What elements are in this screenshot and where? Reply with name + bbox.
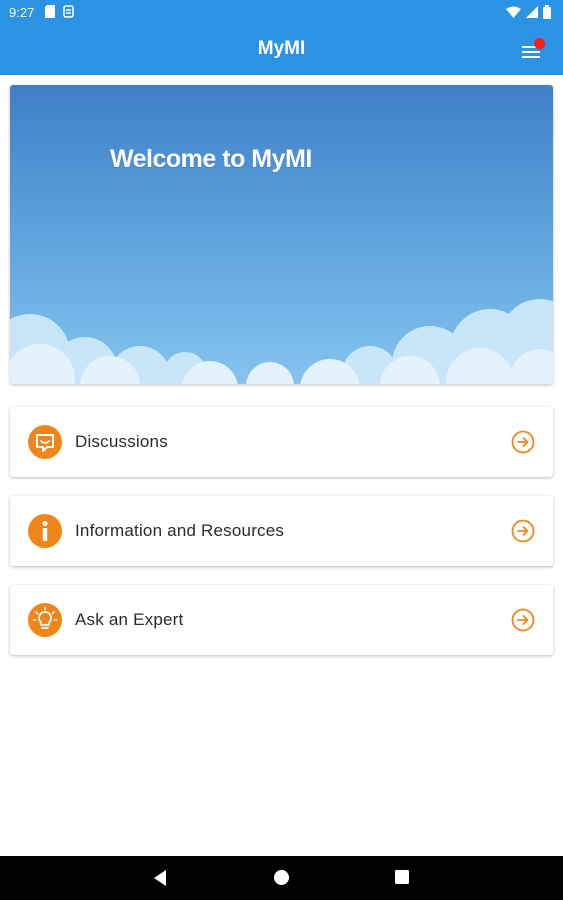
information-resources-card[interactable]: Information and Resources [10,496,553,566]
wifi-icon [506,6,521,21]
notification-badge [534,38,545,49]
status-icons [506,5,551,22]
status-time: 9:27 [9,5,35,20]
arrow-right-icon[interactable] [511,519,535,543]
arrow-right-icon[interactable] [511,430,535,454]
home-icon[interactable] [273,869,291,887]
welcome-title: Welcome to MyMI [110,145,312,173]
signal-icon [526,6,538,21]
back-icon[interactable] [152,869,170,887]
sd-card-icon [45,5,55,21]
arrow-right-icon[interactable] [511,608,535,632]
battery-icon [543,5,551,22]
card-label: Information and Resources [75,521,285,540]
system-nav-bar [0,856,563,900]
discussions-card[interactable]: Discussions [10,407,553,477]
security-icon [63,5,74,21]
clouds-illustration [10,299,553,384]
lightbulb-icon [28,603,62,637]
card-label: Discussions [75,432,168,451]
status-bar: 9:27 [0,0,563,24]
recents-icon[interactable] [394,869,412,887]
app-title: MyMI [257,38,306,59]
top-bar: 9:27 MyMI [0,0,563,75]
menu-button[interactable] [518,36,550,64]
ask-expert-card[interactable]: Ask an Expert [10,585,553,655]
welcome-banner: Welcome to MyMI [10,85,553,384]
chat-bubble-icon [28,425,62,459]
card-label: Ask an Expert [75,610,184,629]
app-bar: MyMI [0,24,563,75]
info-icon [28,514,62,548]
